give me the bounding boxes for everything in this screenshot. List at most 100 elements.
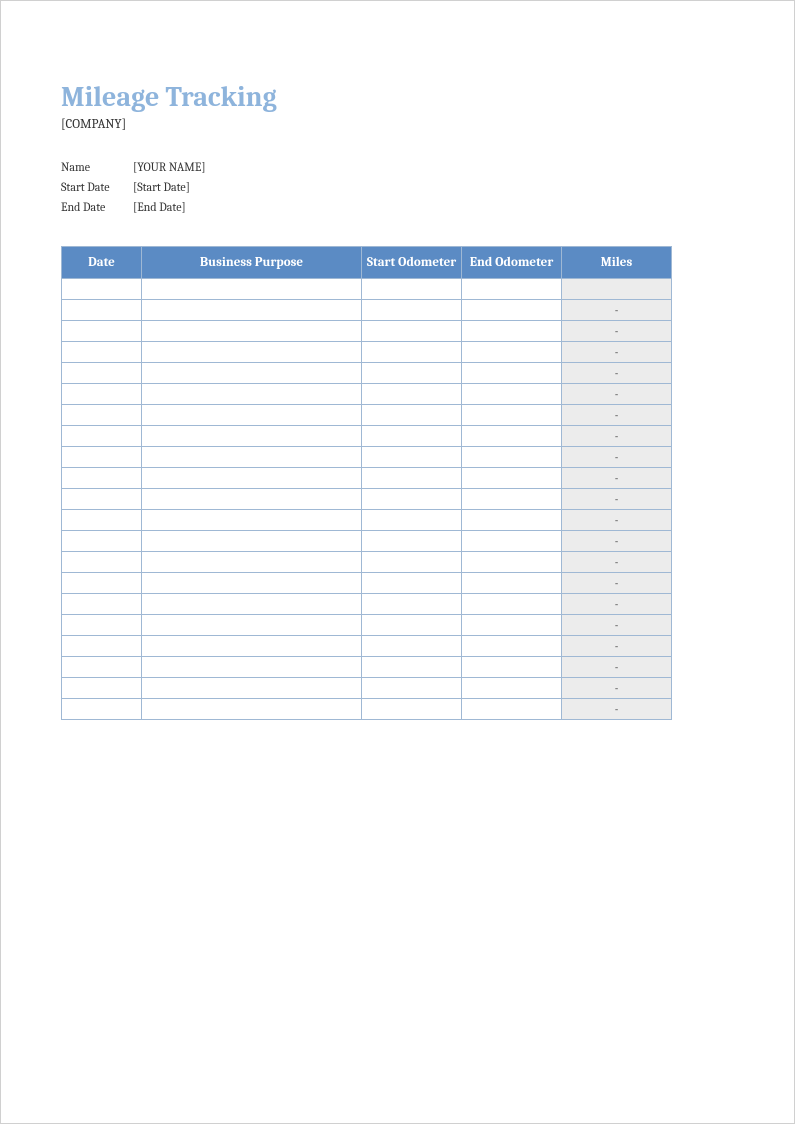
miles-cell[interactable]: - xyxy=(562,657,672,678)
start-odo-cell[interactable] xyxy=(362,447,462,468)
end-odo-cell[interactable] xyxy=(462,405,562,426)
date-cell[interactable] xyxy=(62,489,142,510)
date-cell[interactable] xyxy=(62,657,142,678)
end-odo-cell[interactable] xyxy=(462,594,562,615)
purpose-cell[interactable] xyxy=(142,510,362,531)
miles-cell[interactable]: - xyxy=(562,426,672,447)
date-cell[interactable] xyxy=(62,594,142,615)
end-odo-cell[interactable] xyxy=(462,468,562,489)
start-odo-cell[interactable] xyxy=(362,510,462,531)
start-odo-cell[interactable] xyxy=(362,699,462,720)
miles-cell[interactable]: - xyxy=(562,573,672,594)
date-cell[interactable] xyxy=(62,279,142,300)
miles-cell[interactable]: - xyxy=(562,342,672,363)
date-cell[interactable] xyxy=(62,300,142,321)
purpose-cell[interactable] xyxy=(142,321,362,342)
purpose-cell[interactable] xyxy=(142,363,362,384)
purpose-cell[interactable] xyxy=(142,279,362,300)
date-cell[interactable] xyxy=(62,510,142,531)
end-odo-cell[interactable] xyxy=(462,489,562,510)
end-odo-cell[interactable] xyxy=(462,342,562,363)
date-cell[interactable] xyxy=(62,468,142,489)
end-odo-cell[interactable] xyxy=(462,510,562,531)
start-odo-cell[interactable] xyxy=(362,636,462,657)
end-odo-cell[interactable] xyxy=(462,426,562,447)
purpose-cell[interactable] xyxy=(142,405,362,426)
purpose-cell[interactable] xyxy=(142,468,362,489)
miles-cell[interactable]: - xyxy=(562,447,672,468)
start-odo-cell[interactable] xyxy=(362,531,462,552)
miles-cell[interactable]: - xyxy=(562,615,672,636)
start-odo-cell[interactable] xyxy=(362,363,462,384)
purpose-cell[interactable] xyxy=(142,699,362,720)
end-odo-cell[interactable] xyxy=(462,363,562,384)
date-cell[interactable] xyxy=(62,342,142,363)
miles-cell[interactable]: - xyxy=(562,468,672,489)
end-odo-cell[interactable] xyxy=(462,531,562,552)
purpose-cell[interactable] xyxy=(142,531,362,552)
miles-cell[interactable]: - xyxy=(562,489,672,510)
start-odo-cell[interactable] xyxy=(362,678,462,699)
miles-cell[interactable]: - xyxy=(562,300,672,321)
date-cell[interactable] xyxy=(62,699,142,720)
date-cell[interactable] xyxy=(62,447,142,468)
end-odo-cell[interactable] xyxy=(462,636,562,657)
start-odo-cell[interactable] xyxy=(362,426,462,447)
miles-cell[interactable]: - xyxy=(562,699,672,720)
purpose-cell[interactable] xyxy=(142,636,362,657)
date-cell[interactable] xyxy=(62,321,142,342)
end-odo-cell[interactable] xyxy=(462,384,562,405)
purpose-cell[interactable] xyxy=(142,447,362,468)
start-odo-cell[interactable] xyxy=(362,594,462,615)
miles-cell[interactable]: - xyxy=(562,594,672,615)
start-odo-cell[interactable] xyxy=(362,405,462,426)
date-cell[interactable] xyxy=(62,384,142,405)
purpose-cell[interactable] xyxy=(142,426,362,447)
date-cell[interactable] xyxy=(62,636,142,657)
miles-cell[interactable]: - xyxy=(562,384,672,405)
start-odo-cell[interactable] xyxy=(362,468,462,489)
start-odo-cell[interactable] xyxy=(362,384,462,405)
purpose-cell[interactable] xyxy=(142,300,362,321)
purpose-cell[interactable] xyxy=(142,657,362,678)
miles-cell[interactable]: - xyxy=(562,678,672,699)
miles-cell[interactable]: - xyxy=(562,636,672,657)
start-odo-cell[interactable] xyxy=(362,342,462,363)
date-cell[interactable] xyxy=(62,426,142,447)
end-odo-cell[interactable] xyxy=(462,300,562,321)
miles-cell[interactable]: - xyxy=(562,552,672,573)
end-odo-cell[interactable] xyxy=(462,552,562,573)
end-odo-cell[interactable] xyxy=(462,321,562,342)
miles-cell[interactable]: - xyxy=(562,531,672,552)
start-odo-cell[interactable] xyxy=(362,657,462,678)
miles-cell[interactable]: - xyxy=(562,510,672,531)
start-odo-cell[interactable] xyxy=(362,489,462,510)
end-odo-cell[interactable] xyxy=(462,657,562,678)
start-odo-cell[interactable] xyxy=(362,552,462,573)
date-cell[interactable] xyxy=(62,552,142,573)
miles-cell[interactable]: - xyxy=(562,363,672,384)
start-odo-cell[interactable] xyxy=(362,615,462,636)
end-odo-cell[interactable] xyxy=(462,573,562,594)
purpose-cell[interactable] xyxy=(142,678,362,699)
start-date-value[interactable]: [Start Date] xyxy=(133,180,190,194)
purpose-cell[interactable] xyxy=(142,384,362,405)
purpose-cell[interactable] xyxy=(142,342,362,363)
start-odo-cell[interactable] xyxy=(362,279,462,300)
purpose-cell[interactable] xyxy=(142,573,362,594)
miles-cell[interactable] xyxy=(562,279,672,300)
purpose-cell[interactable] xyxy=(142,615,362,636)
date-cell[interactable] xyxy=(62,615,142,636)
purpose-cell[interactable] xyxy=(142,594,362,615)
start-odo-cell[interactable] xyxy=(362,573,462,594)
purpose-cell[interactable] xyxy=(142,489,362,510)
start-odo-cell[interactable] xyxy=(362,321,462,342)
purpose-cell[interactable] xyxy=(142,552,362,573)
end-odo-cell[interactable] xyxy=(462,678,562,699)
miles-cell[interactable]: - xyxy=(562,405,672,426)
date-cell[interactable] xyxy=(62,573,142,594)
date-cell[interactable] xyxy=(62,678,142,699)
start-odo-cell[interactable] xyxy=(362,300,462,321)
date-cell[interactable] xyxy=(62,363,142,384)
miles-cell[interactable]: - xyxy=(562,321,672,342)
